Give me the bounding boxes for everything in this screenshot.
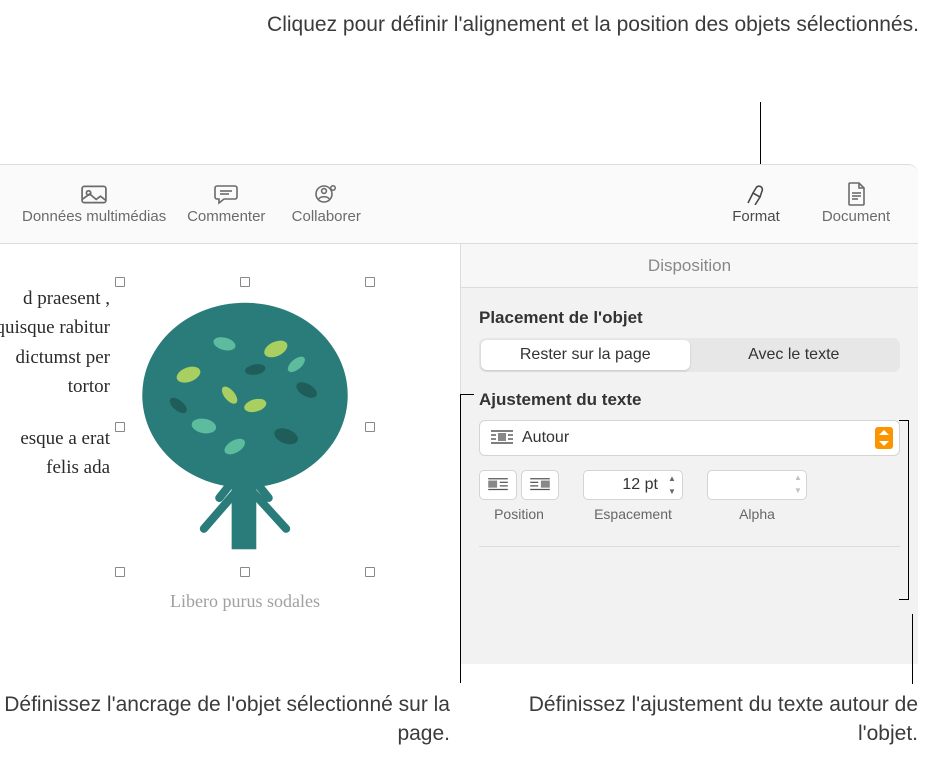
- resize-handle[interactable]: [240, 277, 250, 287]
- object-placement-label: Placement de l'objet: [479, 308, 900, 328]
- alpha-stepper[interactable]: ▲▼: [707, 470, 807, 500]
- media-button[interactable]: Données multimédias: [22, 183, 166, 225]
- callout-bottom-left: Définissez l'ancrage de l'objet sélectio…: [0, 690, 460, 749]
- stepper-buttons[interactable]: ▲▼: [664, 472, 680, 498]
- paragraph-2: esque a erat felis ada: [0, 424, 110, 483]
- callout-top: Cliquez pour définir l'alignement et la …: [0, 10, 926, 39]
- resize-handle[interactable]: [365, 277, 375, 287]
- spacing-value: 12 pt: [594, 476, 664, 494]
- text-wrap-label: Ajustement du texte: [479, 390, 900, 410]
- tree-image: [132, 290, 358, 562]
- format-icon: [743, 183, 769, 205]
- resize-handle[interactable]: [240, 567, 250, 577]
- resize-handle[interactable]: [365, 422, 375, 432]
- format-label: Format: [732, 208, 780, 225]
- leader-line: [460, 619, 461, 683]
- body-text: d praesent , quisque rabitur dictumst pe…: [0, 284, 110, 505]
- wrap-icon: [490, 428, 514, 448]
- image-caption[interactable]: Libero purus sodales: [120, 591, 370, 612]
- wrap-position-right-button[interactable]: [521, 470, 559, 500]
- callout-bottom-right: Définissez l'ajustement du texte autour …: [488, 690, 918, 749]
- divider: [479, 546, 900, 547]
- document-icon: [843, 183, 869, 205]
- alpha-label: Alpha: [739, 506, 775, 522]
- text-wrap-popup[interactable]: Autour: [479, 420, 900, 456]
- toolbar: Données multimédias Commenter Collaborer…: [0, 164, 918, 244]
- format-button[interactable]: Format: [716, 183, 796, 225]
- resize-handle[interactable]: [115, 567, 125, 577]
- resize-handle[interactable]: [365, 567, 375, 577]
- collaborate-button[interactable]: Collaborer: [286, 183, 366, 225]
- bracket: [908, 420, 909, 600]
- seg-move-with-text[interactable]: Avec le texte: [690, 340, 899, 370]
- leader-line: [760, 102, 761, 172]
- collaborate-icon: [313, 183, 339, 205]
- position-label: Position: [494, 506, 544, 522]
- document-label: Document: [822, 208, 890, 225]
- leader-line: [460, 394, 474, 395]
- resize-handle[interactable]: [115, 422, 125, 432]
- sidebar-tab-arrange[interactable]: Disposition: [461, 244, 918, 288]
- wrap-position-left-button[interactable]: [479, 470, 517, 500]
- document-button[interactable]: Document: [816, 183, 896, 225]
- comment-icon: [213, 183, 239, 205]
- popup-arrows-icon: [875, 427, 893, 449]
- comment-label: Commenter: [187, 208, 265, 225]
- media-label: Données multimédias: [22, 208, 166, 225]
- comment-button[interactable]: Commenter: [186, 183, 266, 225]
- wrap-value: Autour: [522, 429, 875, 447]
- leader-line: [912, 614, 913, 684]
- spacing-label: Espacement: [594, 506, 672, 522]
- document-canvas: d praesent , quisque rabitur dictumst pe…: [0, 244, 460, 664]
- placement-segmented-control[interactable]: Rester sur la page Avec le texte: [479, 338, 900, 372]
- stepper-buttons[interactable]: ▲▼: [790, 471, 806, 499]
- resize-handle[interactable]: [115, 277, 125, 287]
- seg-stay-on-page[interactable]: Rester sur la page: [481, 340, 690, 370]
- spacing-stepper[interactable]: 12 pt ▲▼: [583, 470, 683, 500]
- collaborate-label: Collaborer: [292, 208, 361, 225]
- format-sidebar: Disposition Placement de l'objet Rester …: [460, 244, 918, 664]
- paragraph-1: d praesent , quisque rabitur dictumst pe…: [0, 284, 110, 402]
- media-icon: [81, 183, 107, 205]
- selected-image[interactable]: Libero purus sodales: [120, 282, 370, 612]
